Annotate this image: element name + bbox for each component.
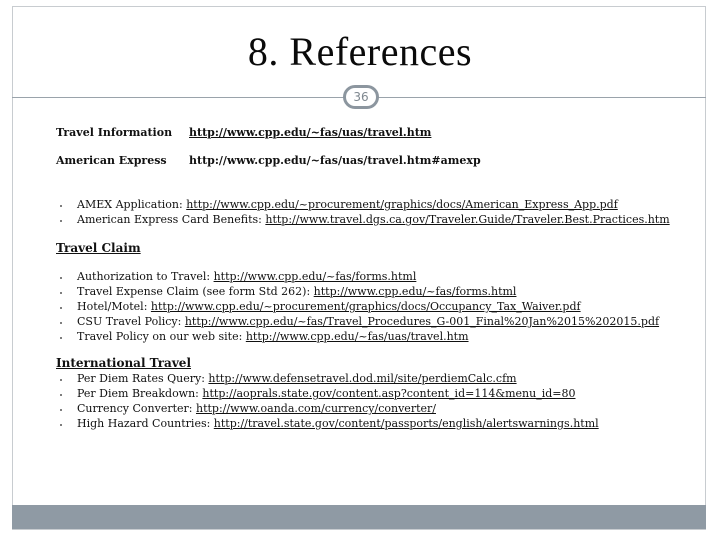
travel-claim-item-link[interactable]: http://www.cpp.edu/~fas/forms.html	[214, 270, 417, 283]
page-number-badge: 36	[343, 85, 379, 109]
international-travel-item-text: Per Diem Breakdown:	[77, 387, 203, 400]
international-travel-item: Per Diem Rates Query: http://www.defense…	[77, 372, 517, 385]
international-travel-item: Currency Converter: http://www.oanda.com…	[77, 402, 436, 415]
bullet-icon	[60, 394, 62, 396]
bullet-icon	[60, 337, 62, 339]
amex-benefits-link[interactable]: http://www.travel.dgs.ca.gov/Traveler.Gu…	[265, 213, 669, 226]
travel-claim-item: Travel Expense Claim (see form Std 262):…	[77, 285, 516, 298]
travel-claim-item: Hotel/Motel: http://www.cpp.edu/~procure…	[77, 300, 581, 313]
international-travel-item-link[interactable]: http://aoprals.state.gov/content.asp?con…	[202, 387, 575, 400]
bullet-icon	[60, 277, 62, 279]
amex-benefits-item: American Express Card Benefits: http://w…	[77, 213, 670, 226]
international-travel-item-text: Per Diem Rates Query:	[77, 372, 209, 385]
travel-claim-item-text: Authorization to Travel:	[77, 270, 214, 283]
bullet-icon	[60, 292, 62, 294]
travel-claim-item-text: Travel Policy on our web site:	[77, 330, 246, 343]
amex-application-item: AMEX Application: http://www.cpp.edu/~pr…	[77, 198, 618, 211]
travel-claim-heading: Travel Claim	[56, 241, 141, 255]
travel-information-link[interactable]: http://www.cpp.edu/~fas/uas/travel.htm	[189, 126, 431, 139]
travel-claim-item-text: Travel Expense Claim (see form Std 262):	[77, 285, 314, 298]
bullet-icon	[60, 379, 62, 381]
amex-application-text: AMEX Application:	[77, 198, 187, 211]
bullet-icon	[60, 409, 62, 411]
bullet-icon	[60, 322, 62, 324]
amex-application-link[interactable]: http://www.cpp.edu/~procurement/graphics…	[186, 198, 618, 211]
international-travel-item: High Hazard Countries: http://travel.sta…	[77, 417, 599, 430]
international-travel-item: Per Diem Breakdown: http://aoprals.state…	[77, 387, 576, 400]
bullet-icon	[60, 205, 62, 207]
travel-claim-item: Authorization to Travel: http://www.cpp.…	[77, 270, 416, 283]
travel-claim-item-link[interactable]: http://www.cpp.edu/~fas/uas/travel.htm	[246, 330, 469, 343]
international-travel-item-text: High Hazard Countries:	[77, 417, 214, 430]
bullet-icon	[60, 220, 62, 222]
bottom-bar	[12, 505, 706, 529]
american-express-link[interactable]: http://www.cpp.edu/~fas/uas/travel.htm#a…	[189, 154, 481, 167]
international-travel-item-link[interactable]: http://www.oanda.com/currency/converter/	[196, 402, 436, 415]
international-travel-item-link[interactable]: http://www.defensetravel.dod.mil/site/pe…	[208, 372, 516, 385]
international-travel-item-link[interactable]: http://travel.state.gov/content/passport…	[214, 417, 599, 430]
bullet-icon	[60, 307, 62, 309]
international-travel-heading: International Travel	[56, 356, 191, 370]
travel-claim-item-link[interactable]: http://www.cpp.edu/~fas/Travel_Procedure…	[185, 315, 659, 328]
amex-benefits-text: American Express Card Benefits:	[77, 213, 266, 226]
travel-claim-item-link[interactable]: http://www.cpp.edu/~fas/forms.html	[314, 285, 517, 298]
travel-claim-item: Travel Policy on our web site: http://ww…	[77, 330, 469, 343]
travel-information-label: Travel Information	[56, 126, 173, 139]
american-express-label: American Express	[56, 154, 167, 167]
travel-claim-item-link[interactable]: http://www.cpp.edu/~procurement/graphics…	[151, 300, 581, 313]
travel-claim-item-text: CSU Travel Policy:	[77, 315, 185, 328]
bullet-icon	[60, 424, 62, 426]
international-travel-item-text: Currency Converter:	[77, 402, 196, 415]
travel-claim-item-text: Hotel/Motel:	[77, 300, 151, 313]
travel-claim-item: CSU Travel Policy: http://www.cpp.edu/~f…	[77, 315, 659, 328]
page-title: 8. References	[247, 29, 473, 74]
